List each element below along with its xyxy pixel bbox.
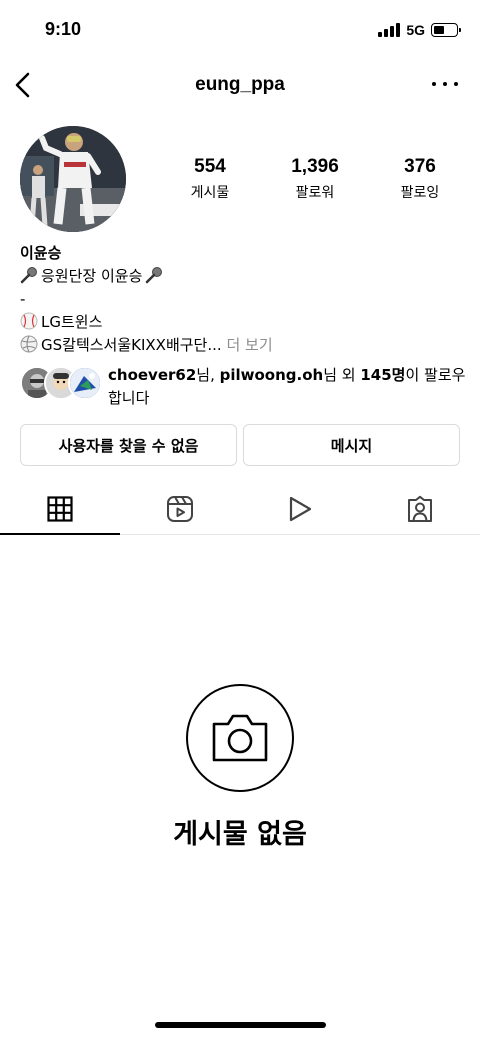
battery-icon: [431, 23, 461, 37]
grid-icon: [47, 496, 73, 522]
tab-reels[interactable]: [120, 484, 240, 534]
profile-tabs: [0, 484, 480, 535]
play-icon: [289, 496, 312, 522]
mutual-avatars: [20, 364, 102, 402]
status-time: 9:10: [45, 19, 82, 39]
tab-posts-grid[interactable]: [0, 484, 120, 535]
message-button[interactable]: 메시지: [243, 424, 460, 466]
volleyball-icon: [20, 335, 38, 353]
bio-more-link[interactable]: 더 보기: [226, 336, 272, 354]
bio-line-volleyball: GS칼텍스서울KIXX배구단... 더 보기: [20, 334, 460, 357]
bio-line-dash: -: [20, 290, 26, 308]
home-indicator[interactable]: [155, 1022, 326, 1028]
more-dots-icon: [432, 82, 436, 86]
empty-posts-title: 게시물 없음: [173, 819, 307, 850]
followers-stat[interactable]: 1,396 팔로워: [270, 156, 360, 202]
tab-videos[interactable]: [240, 484, 360, 534]
empty-posts-state: 게시물 없음: [0, 684, 480, 851]
posts-count: 554: [194, 156, 226, 177]
mutual-followers-text: choever62님, pilwoong.oh님 외 145명이 팔로우합니다: [108, 366, 466, 407]
bio-line-cheerleader: 응원단장 이윤승: [20, 265, 460, 288]
profile-header: eung_ppa: [0, 62, 480, 108]
status-indicators: 5G: [378, 22, 461, 38]
mutual-avatar: [68, 366, 102, 400]
baseball-icon: [20, 312, 38, 330]
user-not-found-button[interactable]: 사용자를 찾을 수 없음: [20, 424, 237, 466]
tagged-person-icon: [408, 495, 432, 522]
tab-tagged[interactable]: [360, 484, 480, 534]
profile-username: eung_ppa: [195, 74, 285, 95]
profile-display-name: 이윤승: [20, 244, 62, 262]
profile-stats: 554 게시물 1,396 팔로워 376 팔로잉: [165, 156, 465, 202]
network-type: 5G: [406, 22, 425, 38]
bio-line-lg-twins: LG트윈스: [20, 311, 460, 334]
cellular-signal-icon: [378, 23, 401, 37]
camera-circle: [186, 684, 294, 792]
baseball-player-photo: [20, 126, 126, 232]
following-count: 376: [404, 156, 436, 177]
microphone-icon: [20, 267, 37, 284]
posts-stat[interactable]: 554 게시물: [165, 156, 255, 202]
posts-label: 게시물: [190, 185, 230, 201]
more-options-button[interactable]: [432, 74, 458, 94]
following-stat[interactable]: 376 팔로잉: [375, 156, 465, 202]
status-bar: 9:10 5G: [0, 0, 480, 62]
followers-count: 1,396: [291, 156, 339, 177]
profile-avatar[interactable]: [20, 126, 126, 232]
following-label: 팔로잉: [400, 185, 440, 201]
profile-bio: 이윤승 응원단장 이윤승 - LG트윈스 GS칼텍스서울KIXX배구단... 더…: [20, 242, 460, 357]
mutual-followers[interactable]: choever62님, pilwoong.oh님 외 145명이 팔로우합니다: [20, 364, 470, 410]
reels-icon: [167, 496, 193, 522]
followers-label: 팔로워: [295, 185, 335, 201]
profile-actions: 사용자를 찾을 수 없음 메시지: [20, 424, 460, 466]
microphone-icon: [146, 267, 163, 284]
camera-icon: [212, 714, 268, 762]
